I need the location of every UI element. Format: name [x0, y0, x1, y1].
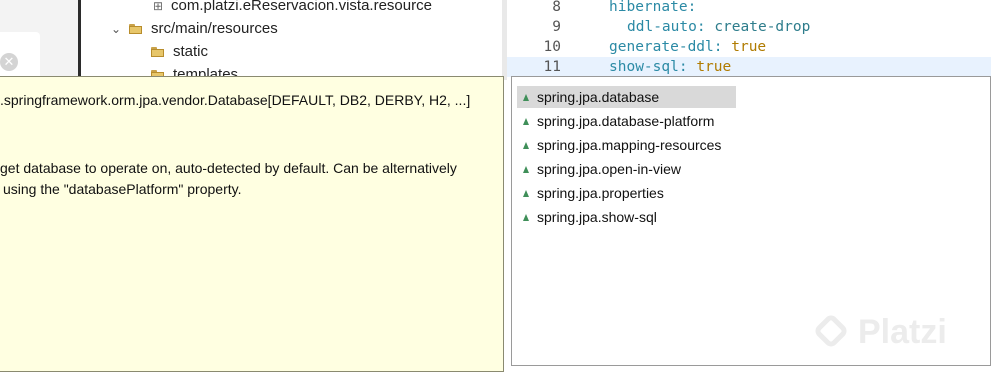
- assist-item-label: spring.jpa.properties: [537, 185, 664, 201]
- tree-item-static[interactable]: static: [151, 41, 208, 63]
- tree-item-label: src/main/resources: [151, 20, 278, 37]
- folder-icon: [129, 24, 143, 34]
- close-icon[interactable]: ✕: [0, 53, 18, 71]
- assist-item-label: spring.jpa.database-platform: [537, 113, 715, 129]
- property-icon: [523, 142, 529, 150]
- assist-item[interactable]: spring.jpa.database-platform: [517, 110, 714, 132]
- code-line: 8 hibernate:: [507, 0, 991, 17]
- assist-item-selected[interactable]: spring.jpa.database: [517, 86, 736, 108]
- code-line-current: 11 show-sql: true: [507, 57, 991, 77]
- assist-item[interactable]: spring.jpa.open-in-view: [517, 158, 681, 180]
- code-line: 10 generate-ddl: true: [507, 37, 991, 57]
- tree-item-src-main-resources[interactable]: ⌄ src/main/resources: [111, 18, 278, 40]
- chevron-down-icon[interactable]: ⌄: [111, 18, 125, 40]
- line-number: 10: [543, 39, 561, 55]
- yaml-key: show-sql: [609, 59, 679, 75]
- assist-item[interactable]: spring.jpa.properties: [517, 182, 664, 204]
- folder-icon: [151, 47, 165, 57]
- package-icon: ⊞: [152, 0, 164, 13]
- yaml-key: generate-ddl: [609, 39, 714, 55]
- yaml-editor[interactable]: 8 hibernate: 9 ddl-auto: create-drop 10 …: [507, 0, 991, 78]
- doc-type-line: .springframework.orm.jpa.vendor.Database…: [0, 92, 471, 108]
- assist-item[interactable]: spring.jpa.mapping-resources: [517, 134, 721, 156]
- line-number: 11: [543, 59, 561, 75]
- property-icon: [523, 166, 529, 174]
- line-number: 8: [552, 0, 561, 15]
- yaml-key: hibernate: [609, 0, 688, 15]
- code-line: 9 ddl-auto: create-drop: [507, 17, 991, 37]
- property-icon: [523, 190, 529, 198]
- watermark-text: Platzi: [858, 313, 947, 351]
- tree-item-label: com.platzi.eReservacion.vista.resource: [171, 0, 432, 14]
- assist-item-label: spring.jpa.open-in-view: [537, 161, 681, 177]
- line-number: 9: [552, 19, 561, 35]
- assist-item-label: spring.jpa.mapping-resources: [537, 137, 722, 153]
- project-explorer: ⊞ com.platzi.eReservacion.vista.resource …: [81, 0, 502, 80]
- doc-description-line: get database to operate on, auto-detecte…: [0, 160, 457, 176]
- tree-item-label: static: [173, 43, 209, 60]
- assist-item[interactable]: spring.jpa.show-sql: [517, 206, 657, 228]
- assist-item-label: spring.jpa.database: [537, 89, 660, 105]
- property-icon: [523, 118, 529, 126]
- yaml-key: ddl-auto: [627, 19, 697, 35]
- tree-item-package[interactable]: ⊞ com.platzi.eReservacion.vista.resource: [151, 0, 432, 17]
- property-icon: [523, 94, 529, 102]
- assist-item-label: spring.jpa.show-sql: [537, 209, 657, 225]
- yaml-value: true: [731, 39, 767, 55]
- documentation-popup: .springframework.orm.jpa.vendor.Database…: [0, 76, 504, 372]
- doc-description-line: using the "databasePlatform" property.: [3, 181, 242, 197]
- yaml-value: true: [696, 59, 732, 75]
- yaml-value: create-drop: [714, 19, 811, 35]
- property-icon: [523, 214, 529, 222]
